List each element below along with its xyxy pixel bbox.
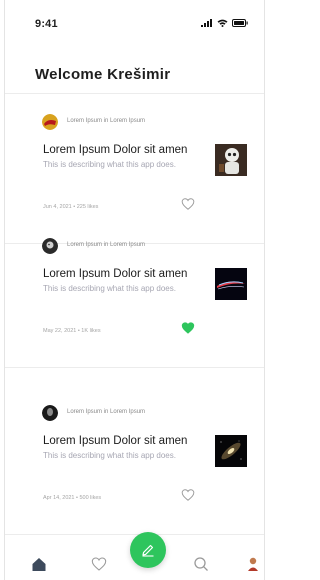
profile-avatar[interactable] (245, 556, 261, 572)
wifi-icon (217, 19, 228, 27)
search-icon[interactable] (193, 556, 209, 572)
post-card[interactable]: Lorem Ipsum in Lorem Ipsum Lorem Ipsum D… (5, 385, 264, 535)
heart-icon[interactable] (91, 556, 107, 572)
post-description: This is describing what this app does. (43, 451, 176, 460)
post-meta: Lorem Ipsum in Lorem Ipsum (67, 242, 146, 248)
heart-icon[interactable] (181, 197, 195, 211)
post-title[interactable]: Lorem Ipsum Dolor sit amen (43, 268, 187, 280)
post-meta: Lorem Ipsum in Lorem Ipsum (67, 409, 146, 415)
status-time: 9:41 (35, 18, 58, 30)
heart-icon[interactable] (181, 488, 195, 502)
post-thumbnail (215, 144, 247, 176)
post-description: This is describing what this app does. (43, 160, 176, 169)
post-title[interactable]: Lorem Ipsum Dolor sit amen (43, 144, 187, 156)
author-avatar (42, 114, 58, 130)
post-meta: Lorem Ipsum in Lorem Ipsum (67, 118, 146, 124)
status-bar: 9:41 (5, 0, 264, 36)
heart-icon[interactable] (181, 321, 195, 335)
compose-icon (142, 544, 154, 557)
post-thumbnail (215, 435, 247, 467)
post-description: This is describing what this app does. (43, 284, 176, 293)
signal-icon (201, 19, 212, 27)
battery-icon (232, 19, 248, 27)
post-card[interactable]: Lorem Ipsum in Lorem Ipsum Lorem Ipsum D… (5, 218, 264, 368)
status-icons (201, 19, 248, 27)
post-thumbnail (215, 268, 247, 300)
post-date-likes: Jun 4, 2021 • 225 likes (43, 204, 99, 210)
post-title[interactable]: Lorem Ipsum Dolor sit amen (43, 435, 187, 447)
phone-screen: 9:41 Welcome Krešimir Lorem Ipsum in Lor… (4, 0, 265, 580)
card-divider (5, 534, 264, 535)
post-date-likes: Apr 14, 2021 • 500 likes (43, 495, 102, 501)
page-title: Welcome Krešimir (35, 66, 171, 83)
author-avatar (42, 405, 58, 421)
card-divider (5, 367, 264, 368)
home-icon[interactable] (31, 556, 47, 572)
compose-button[interactable] (130, 532, 166, 568)
author-avatar (42, 238, 58, 254)
post-date-likes: May 22, 2021 • 1K likes (43, 328, 101, 334)
